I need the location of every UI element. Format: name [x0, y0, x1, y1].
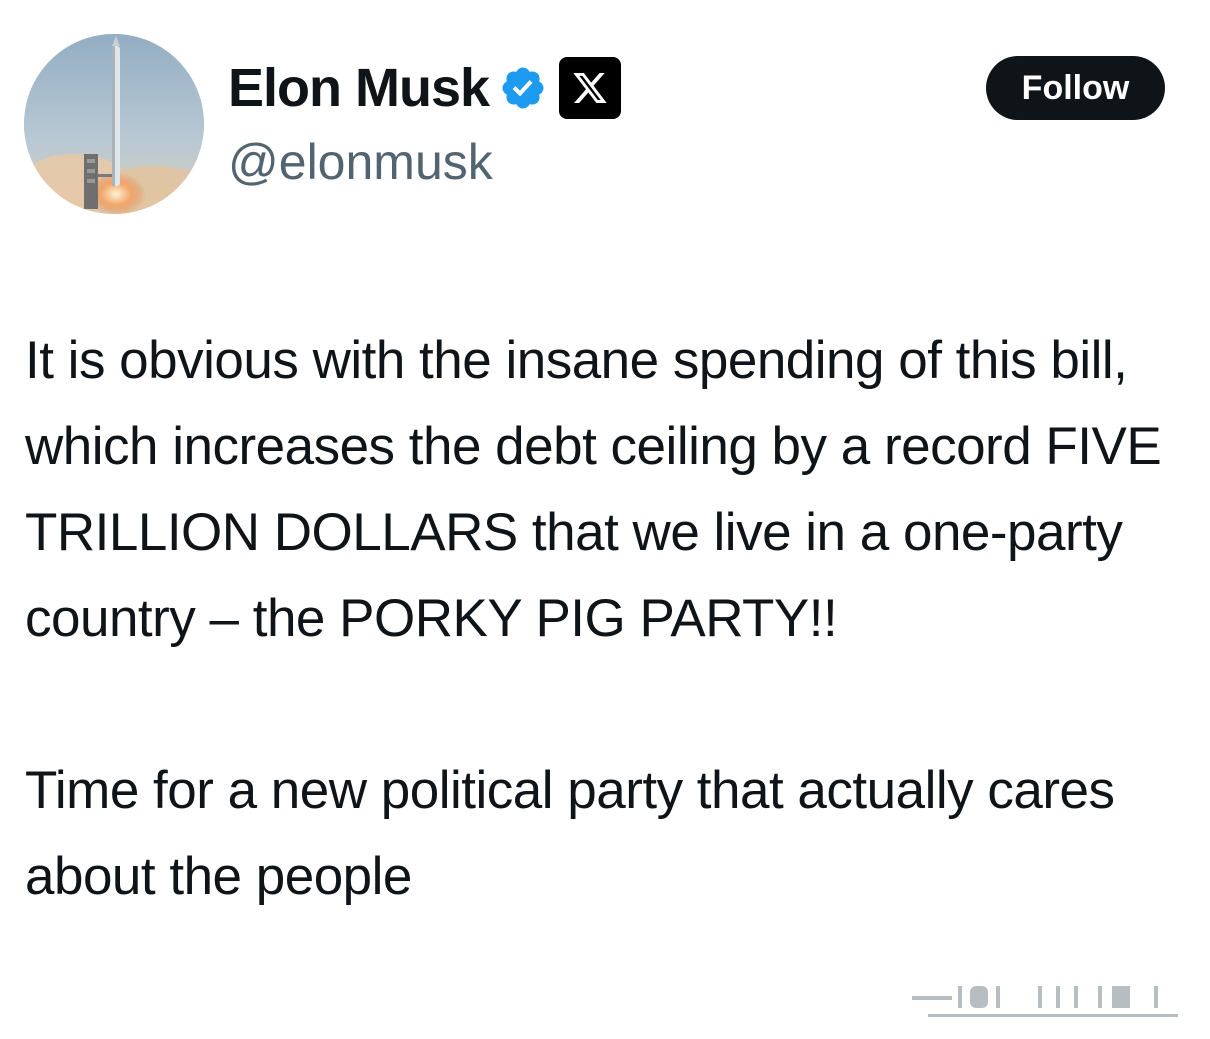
- author-avatar[interactable]: [24, 34, 204, 214]
- author-display-name[interactable]: Elon Musk: [228, 56, 490, 120]
- author-handle[interactable]: @elonmusk: [228, 130, 493, 194]
- tweet-text: It is obvious with the insane spending o…: [25, 318, 1195, 920]
- verified-badge-icon[interactable]: [499, 64, 547, 112]
- tweet-paragraph: Time for a new political party that actu…: [25, 761, 1115, 906]
- rocket-launch-avatar: [24, 34, 204, 214]
- watermark-overlay: [908, 986, 1198, 1022]
- author-name-row: Elon Musk: [228, 56, 622, 120]
- tweet-paragraph: It is obvious with the insane spending o…: [25, 331, 1162, 648]
- x-logo-icon: [559, 57, 622, 119]
- tweet-card: Elon Musk @elonmusk Follow It is obvious…: [0, 0, 1210, 1039]
- follow-button[interactable]: Follow: [986, 56, 1165, 120]
